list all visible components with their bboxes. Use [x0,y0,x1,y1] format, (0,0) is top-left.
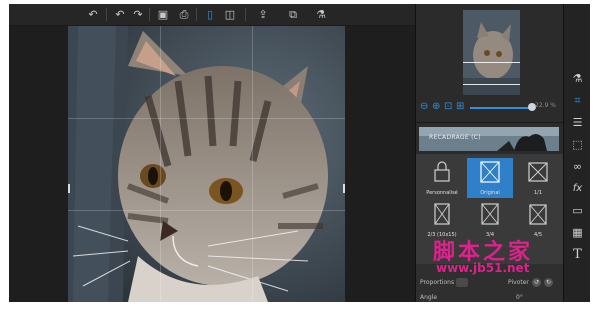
kitten-image [68,26,345,302]
preset-label: Personnalisé [426,190,458,196]
rotate-label: Pivoter [508,279,529,286]
adjust-tool-icon[interactable]: ☰ [571,116,584,129]
navigator-image [463,10,520,95]
glasses-tool-icon[interactable]: ∞ [571,160,584,173]
fx-tool-icon[interactable]: fx [571,182,584,195]
zoom-slider[interactable] [470,107,530,109]
zoom-controls: ⊖ ⊕ ⊡ ⊞ 22.9 % [420,101,560,115]
panel-divider [416,122,564,123]
preset-custom[interactable]: Personnalisé [419,158,465,198]
crop-panel-title: RECADRAGE (C) [429,134,481,141]
zoom-in-icon[interactable]: ⊕ [432,101,442,113]
save-icon[interactable]: ▣ [155,7,171,22]
selection-tool-icon[interactable]: ⬚ [571,138,584,151]
rotate-left-icon[interactable]: ↺ [532,278,541,287]
undo-all-icon[interactable]: ↶ [85,7,101,22]
actual-size-icon[interactable]: ⊞ [456,101,466,113]
zoom-value: 22.9 % [535,102,556,109]
single-view-icon[interactable]: ▯ [202,7,218,22]
navigator-thumbnail[interactable] [463,10,520,95]
crop-banner: RECADRAGE (C) [419,127,559,151]
navigator-frame-line [463,62,520,63]
proportions-label: Proportions [420,279,455,286]
preset-label: 1/1 [533,190,543,196]
redo-icon[interactable]: ↷ [130,7,146,22]
crop-tool-icon[interactable]: ⌗ [571,94,584,107]
navigator-frame-line [463,84,520,85]
crop-handle-left[interactable] [68,184,70,193]
toolbar-divider [196,8,197,21]
preset-original[interactable]: Original [467,158,513,198]
compare-view-icon[interactable]: ◫ [222,7,238,22]
batch-icon[interactable]: ⧉ [285,7,301,22]
crop-grid-line [252,26,253,302]
fit-icon[interactable]: ⊡ [444,101,454,113]
print-icon[interactable]: ⎙ [176,7,192,22]
toolbar-divider [106,8,107,21]
toolbar-divider [149,8,150,21]
texture-tool-icon[interactable]: ▦ [571,226,584,239]
undo-icon[interactable]: ↶ [112,7,128,22]
crop-ratio-icon [480,161,500,183]
crop-ratio-icon [529,204,547,225]
flask-tool-icon[interactable]: ⚗ [571,72,584,85]
image-canvas[interactable] [9,26,415,302]
angle-label: Angle [420,294,438,301]
proportions-toggle[interactable] [456,278,468,287]
angle-value[interactable]: 0° [516,294,523,301]
preset-label: Original [480,190,500,196]
tool-rail: ⚗ ⌗ ☰ ⬚ ∞ fx ▭ ▦ T [563,4,590,302]
crop-grid-line [68,210,345,211]
crop-grid-line [160,26,161,302]
crop-ratio-icon [528,162,548,182]
frame-tool-icon[interactable]: ▭ [571,204,584,217]
lock-icon [434,161,450,182]
crop-grid-line [68,118,345,119]
kitten-photo[interactable] [68,26,345,302]
preset-1-1[interactable]: 1/1 [515,158,561,198]
text-tool-icon[interactable]: T [571,248,584,261]
crop-ratio-icon [481,203,499,225]
effects-flask-icon[interactable]: ⚗ [313,7,329,22]
toolbar-divider [245,8,246,21]
watermark-url: www.jb51.net [436,261,530,275]
top-toolbar: ↶ ↶ ↷ ▣ ⎙ ▯ ◫ ⇪ ⧉ ⚗ [9,4,415,26]
crop-handle-right[interactable] [343,184,345,193]
zoom-out-icon[interactable]: ⊖ [420,101,430,113]
crop-ratio-icon [434,203,450,225]
rotate-right-icon[interactable]: ↻ [544,278,553,287]
share-icon[interactable]: ⇪ [255,7,271,22]
